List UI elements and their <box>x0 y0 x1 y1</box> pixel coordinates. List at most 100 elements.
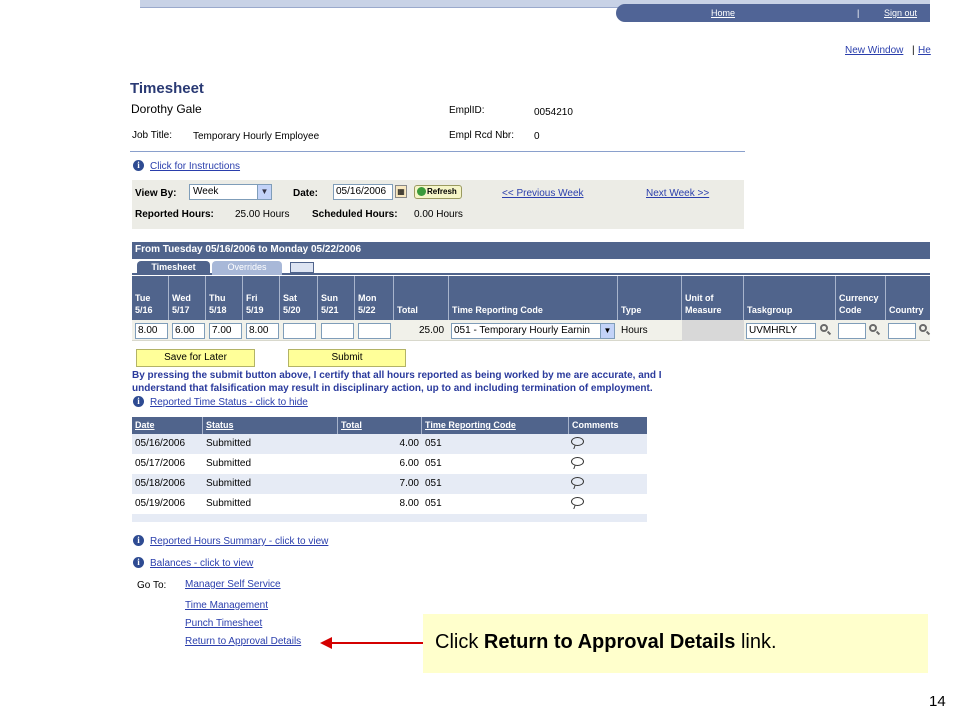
scheduled-hours-label: Scheduled Hours: <box>312 209 398 220</box>
manager-self-service-link[interactable]: Manager Self Service <box>185 579 281 590</box>
status-col-date[interactable]: Date <box>132 417 203 434</box>
period-header: From Tuesday 05/16/2006 to Monday 05/22/… <box>132 242 930 259</box>
currency-lookup-icon[interactable] <box>868 324 881 336</box>
tab-overrides[interactable]: Overrides <box>212 261 282 275</box>
punch-timesheet-link[interactable]: Punch Timesheet <box>185 618 262 629</box>
hours-input-tue[interactable]: 8.00 <box>135 323 168 339</box>
status-col-status[interactable]: Status <box>203 417 338 434</box>
tab-timesheet[interactable]: Timesheet <box>137 261 210 275</box>
row-trc: 051 <box>425 458 442 469</box>
status-col-trc[interactable]: Time Reporting Code <box>422 417 569 434</box>
emplid-label: EmplID: <box>449 105 485 116</box>
col-header-thu: Thu 5/18 <box>206 276 243 320</box>
comment-icon[interactable] <box>571 497 584 506</box>
new-window-link[interactable]: New Window <box>845 45 903 56</box>
hours-input-sat[interactable] <box>283 323 316 339</box>
type-value: Hours <box>621 325 648 336</box>
col-header-tue: Tue 5/16 <box>132 276 169 320</box>
next-week-link[interactable]: Next Week >> <box>646 188 709 199</box>
status-col-comments: Comments <box>572 420 619 430</box>
comment-icon[interactable] <box>571 437 584 446</box>
col-header-total: Total <box>394 276 449 320</box>
timesheet-row: 8.00 6.00 7.00 8.00 25.00 051 - Temporar… <box>132 320 931 341</box>
row-total: 25.00 <box>419 325 445 336</box>
col-header-wed: Wed 5/17 <box>169 276 206 320</box>
reported-hours-summary-link[interactable]: Reported Hours Summary - click to view <box>150 536 328 547</box>
row-total: 6.00 <box>399 458 419 469</box>
row-trc: 051 <box>425 498 442 509</box>
row-date: 05/17/2006 <box>135 458 186 469</box>
instructions-link[interactable]: Click for Instructions <box>150 161 240 172</box>
col-header-fri: Fri 5/19 <box>243 276 280 320</box>
row-trc: 051 <box>425 438 442 449</box>
callout-suffix: link. <box>735 631 777 653</box>
callout-prefix: Click <box>435 631 484 653</box>
instruction-callout: Click Return to Approval Details link. <box>423 614 928 673</box>
view-by-value: Week <box>193 186 219 197</box>
info-icon: i <box>133 160 144 171</box>
previous-week-link[interactable]: << Previous Week <box>502 188 584 199</box>
show-all-columns-icon[interactable] <box>290 262 314 273</box>
date-input[interactable]: 05/16/2006 <box>333 184 393 200</box>
link-separator: | <box>912 45 915 56</box>
status-col-total[interactable]: Total <box>338 417 422 434</box>
signout-link[interactable]: Sign out <box>884 8 917 18</box>
uom-cell <box>682 320 744 341</box>
page-number: 14 <box>929 693 946 710</box>
col-header-currency: Currency Code <box>836 276 886 320</box>
taskgroup-lookup-icon[interactable] <box>819 324 832 336</box>
time-management-link[interactable]: Time Management <box>185 600 268 611</box>
info-icon: i <box>133 557 144 568</box>
save-for-later-button[interactable]: Save for Later <box>136 349 255 367</box>
row-total: 8.00 <box>399 498 419 509</box>
col-header-uom: Unit of Measure <box>682 276 744 320</box>
empl-rcd-label: Empl Rcd Nbr: <box>449 130 515 141</box>
table-row: 05/16/2006 Submitted 4.00 051 <box>132 434 647 454</box>
scheduled-hours-value: 0.00 Hours <box>414 209 463 220</box>
country-lookup-icon[interactable] <box>918 324 931 336</box>
refresh-label: Refresh <box>427 187 457 196</box>
chevron-down-icon: ▼ <box>257 185 271 199</box>
view-by-select[interactable]: Week ▼ <box>189 184 272 200</box>
refresh-button[interactable]: Refresh <box>414 185 462 199</box>
col-header-type: Type <box>618 276 682 320</box>
row-total: 7.00 <box>399 478 419 489</box>
trc-value: 051 - Temporary Hourly Earnin <box>454 325 590 336</box>
comment-icon[interactable] <box>571 457 584 466</box>
hours-input-thu[interactable]: 7.00 <box>209 323 242 339</box>
row-status: Submitted <box>206 438 252 449</box>
top-nav-bar: Home | Sign out <box>616 4 930 22</box>
callout-bold: Return to Approval Details <box>483 631 736 653</box>
empl-rcd-value: 0 <box>534 131 540 142</box>
reported-time-status-link[interactable]: Reported Time Status - click to hide <box>150 397 308 408</box>
col-header-mon: Mon 5/22 <box>355 276 394 320</box>
help-link[interactable]: He <box>918 45 931 56</box>
balances-link[interactable]: Balances - click to view <box>150 558 253 569</box>
info-icon: i <box>133 535 144 546</box>
refresh-icon <box>417 187 426 196</box>
col-header-sat: Sat 5/20 <box>280 276 318 320</box>
country-input[interactable] <box>888 323 916 339</box>
hours-input-sun[interactable] <box>321 323 354 339</box>
table-row: 05/17/2006 Submitted 6.00 051 <box>132 454 647 474</box>
reported-hours-value: 25.00 Hours <box>235 209 290 220</box>
hours-input-fri[interactable]: 8.00 <box>246 323 279 339</box>
reported-hours-label: Reported Hours: <box>135 209 214 220</box>
certification-text: By pressing the submit button above, I c… <box>132 370 662 394</box>
hours-input-wed[interactable]: 6.00 <box>172 323 205 339</box>
comment-icon[interactable] <box>571 477 584 486</box>
return-to-approval-details-link[interactable]: Return to Approval Details <box>185 636 301 647</box>
taskgroup-input[interactable]: UVMHRLY <box>746 323 816 339</box>
status-table-header: Date Status Total Time Reporting Code Co… <box>132 417 647 434</box>
trc-select[interactable]: 051 - Temporary Hourly Earnin ▼ <box>451 323 615 339</box>
calendar-icon[interactable]: ▦ <box>395 185 407 198</box>
hours-input-mon[interactable] <box>358 323 391 339</box>
chevron-down-icon: ▼ <box>600 324 614 338</box>
callout-arrow <box>330 642 424 644</box>
submit-button[interactable]: Submit <box>288 349 406 367</box>
tab-strip: Timesheet Overrides <box>132 259 930 275</box>
goto-label: Go To: <box>137 580 167 591</box>
home-link[interactable]: Home <box>711 8 735 18</box>
row-status: Submitted <box>206 458 252 469</box>
currency-input[interactable] <box>838 323 866 339</box>
